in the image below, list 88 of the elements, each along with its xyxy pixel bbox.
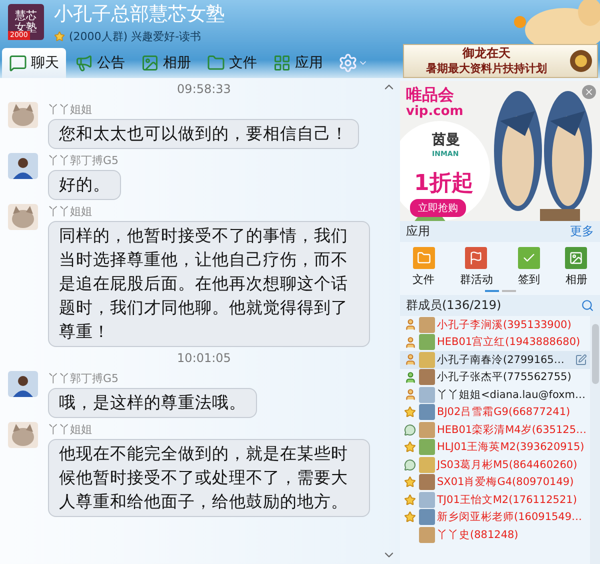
more-link[interactable]: 更多 <box>570 223 594 240</box>
search-icon[interactable] <box>581 299 594 312</box>
member-row[interactable]: 小孔子李涧溪(395133900) <box>400 316 590 334</box>
member-row[interactable]: TJ01王怡文M2(176112521) <box>400 491 590 508</box>
message-bubble: 您和太太也可以做到的，要相信自己！ <box>48 119 359 149</box>
admin-icon <box>403 318 417 332</box>
tab[interactable]: 相册 <box>134 48 198 78</box>
star-icon <box>403 475 417 490</box>
edit-icon[interactable] <box>575 354 587 366</box>
timestamp: 09:58:33 <box>177 82 231 96</box>
game-emblem-icon <box>569 49 593 73</box>
tab[interactable]: 聊天 <box>2 48 66 78</box>
app-icon <box>569 251 584 265</box>
ad-offer: 1折起 <box>414 173 474 195</box>
admin-icon <box>403 352 417 367</box>
group-name: 小孔子总部慧芯女塾 <box>54 2 225 26</box>
member-row[interactable]: 丫丫姐姐<diana.lau@foxm… <box>400 386 590 404</box>
avatar-icon <box>419 334 435 350</box>
star-icon <box>54 30 65 42</box>
ad-maker: 茵曼 <box>432 133 460 147</box>
member-row[interactable]: HLJ01王海英M2(393620915) <box>400 438 590 456</box>
star-icon <box>403 440 417 454</box>
member-row[interactable]: 新乡闵亚彬老师(16091549… <box>400 508 590 526</box>
ad-title: 御龙在天 <box>462 46 510 61</box>
settings-icon <box>338 53 358 73</box>
sender-name: 丫丫姐姐 <box>48 422 93 437</box>
ad-brand: 唯品会 <box>406 87 454 103</box>
avatar-icon <box>419 456 435 473</box>
ad-text: 暑期最大资料片扶持计划 <box>426 61 547 76</box>
cat-avatar-icon <box>8 204 38 230</box>
avatar-icon <box>419 369 435 386</box>
avatar-icon <box>419 404 435 420</box>
avatar-icon <box>419 316 435 333</box>
member-row[interactable]: HEB01栾彩清M4岁(635125… <box>400 421 590 438</box>
member-row[interactable]: 丫丫史(881248) <box>400 526 590 544</box>
member-row[interactable]: JS03葛月彬M5(864460260) <box>400 456 590 474</box>
star-icon <box>403 492 417 507</box>
ad-site: vip.com <box>406 105 464 118</box>
admin-icon <box>403 388 417 402</box>
member-row[interactable]: 小孔子张杰平(775562755) <box>400 368 590 386</box>
tab-icon <box>75 54 93 72</box>
banner-ad[interactable]: 御龙在天 暑期最大资料片扶持计划 <box>403 44 598 78</box>
scrollbar[interactable] <box>590 316 600 564</box>
avatar-icon <box>419 509 435 526</box>
tab-icon <box>273 54 291 72</box>
user-icon <box>403 370 417 384</box>
sender-name: 丫丫姐姐 <box>48 102 93 117</box>
admin-icon <box>403 335 417 350</box>
tab-icon <box>141 54 159 72</box>
sender-name: 丫丫郭丁搏G5 <box>48 153 120 168</box>
avatar-icon <box>419 352 435 368</box>
tab[interactable]: 公告 <box>68 48 132 78</box>
star-icon <box>403 510 417 524</box>
tab[interactable]: 文件 <box>200 48 264 78</box>
member-row[interactable]: SX01肖爱梅G4(80970149) <box>400 474 590 491</box>
tab-icon <box>207 54 225 72</box>
sender-name: 丫丫郭丁搏G5 <box>48 371 120 386</box>
ad-cta[interactable]: 立即抢购 <box>410 199 466 217</box>
member-row[interactable]: HEB01宫立红(1943888680) <box>400 334 590 351</box>
section-title: 群成员(136/219) <box>406 297 502 314</box>
message-bubble: 他现在不能完全做到的，就是在某些时候他暂时接受不了或处理不了，需要大人尊重和给他面子，给他鼓励的地方。 <box>48 439 370 517</box>
message-bubble: 好的。 <box>48 170 121 200</box>
timestamp: 10:01:05 <box>177 351 231 365</box>
chat-icon <box>403 458 417 472</box>
avatar-icon <box>419 422 435 438</box>
section-title: 应用 <box>406 223 430 240</box>
person-avatar-icon <box>8 371 38 397</box>
avatar-icon <box>419 492 435 508</box>
app-icon <box>469 251 484 265</box>
message-bubble: 哦，是这样的尊重法哦。 <box>48 388 257 418</box>
app-button[interactable]: 群活动 <box>460 247 493 287</box>
message-bubble: 同样的，他暂时接受不了的事情，我们当时选择尊重他，让他自己疗伤，而不是追在屁股后面。在他再次想聊这个话题时，我们才同他聊。他就觉得得到了尊重！ <box>48 221 370 347</box>
avatar-icon <box>419 439 435 456</box>
member-row[interactable]: BJ02吕雪霜G9(66877241) <box>400 404 590 421</box>
avatar-icon <box>419 386 435 403</box>
member-row[interactable]: 小孔子南春泠(2799165… <box>400 351 590 368</box>
group-description: (2000人群) 兴趣爱好-读书 <box>69 28 202 44</box>
app-icon <box>416 251 431 265</box>
avatar-icon <box>419 474 435 490</box>
cat-avatar-icon <box>8 422 38 448</box>
sender-name: 丫丫姐姐 <box>48 204 93 219</box>
star-icon <box>403 405 417 420</box>
cat-avatar-icon <box>8 102 38 128</box>
chat-icon <box>403 422 417 437</box>
tab[interactable]: 应用 <box>266 48 330 78</box>
person-avatar-icon <box>8 153 38 179</box>
tab-icon <box>9 54 27 72</box>
avatar-icon <box>419 526 435 543</box>
